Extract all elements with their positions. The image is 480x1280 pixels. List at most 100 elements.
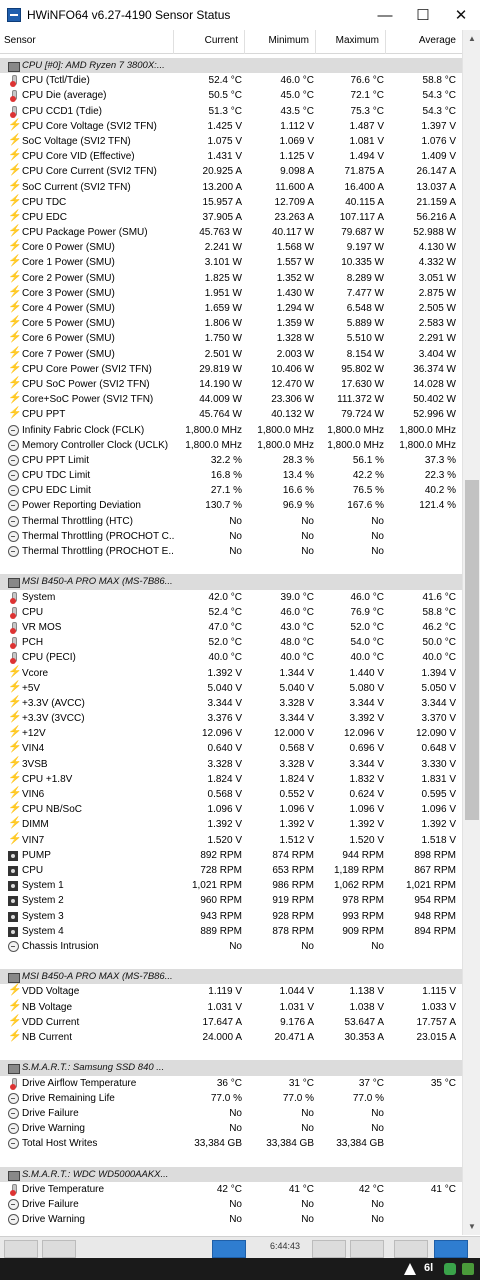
sensor-row[interactable]: VDD Voltage 1.119 V 1.044 V 1.138 V 1.115 V — [0, 983, 462, 999]
sensor-row[interactable]: NB Current 24.000 A 20.471 A 30.353 A 23.015… — [0, 1029, 462, 1045]
sensor-row[interactable]: System 2 960 RPM 919 RPM 978 RPM 954 RPM — [0, 893, 462, 908]
close-sensors-icon[interactable] — [434, 1240, 468, 1258]
clock-icon[interactable] — [312, 1240, 346, 1258]
sensor-row[interactable]: Vcore 1.392 V 1.344 V 1.440 V 1.394 V — [0, 665, 462, 681]
sensor-row[interactable]: CPU PPT 45.764 W 40.132 W 79.724 W 52.996 W — [0, 406, 462, 422]
sensor-row[interactable]: System 42.0 °C 39.0 °C 46.0 °C 41.6 °C — [0, 590, 462, 605]
sensor-row[interactable]: Core+SoC Power (SVI2 TFN) 44.009 W 23.306 … — [0, 391, 462, 407]
column-header-minimum[interactable]: Minimum — [245, 30, 316, 54]
sensor-row[interactable]: CPU 728 RPM 653 RPM 1,189 RPM 867 RPM — [0, 863, 462, 878]
sensor-row[interactable]: CPU Core Power (SVI2 TFN) 29.819 W 10.406 … — [0, 361, 462, 377]
sensor-row[interactable]: CPU (Tctl/Tdie) 52.4 °C 46.0 °C 76.6 °C 58.8… — [0, 73, 462, 88]
sensor-row[interactable]: CPU 52.4 °C 46.0 °C 76.9 °C 58.8 °C — [0, 605, 462, 620]
sensor-row[interactable]: Drive Temperature 42 °C 41 °C 42 °C 41 °C — [0, 1182, 462, 1197]
report-icon[interactable] — [350, 1240, 384, 1258]
sensor-row[interactable]: Power Reporting Deviation 130.7 % 96.9 % 16… — [0, 498, 462, 513]
network-icon[interactable] — [212, 1240, 246, 1258]
sensor-row[interactable]: DIMM 1.392 V 1.392 V 1.392 V 1.392 V — [0, 816, 462, 832]
sensor-row[interactable]: VDD Current 17.647 A 9.176 A 53.647 A 17.757… — [0, 1014, 462, 1030]
sensor-row[interactable]: CPU +1.8V 1.824 V 1.824 V 1.832 V 1.831 V — [0, 771, 462, 787]
sensor-row[interactable]: Drive Remaining Life 77.0 % 77.0 % 77.0 % — [0, 1091, 462, 1106]
nav-right-button[interactable] — [42, 1240, 76, 1258]
tray-arrow-icon[interactable] — [404, 1263, 416, 1275]
sensor-row[interactable]: +12V 12.096 V 12.000 V 12.096 V 12.090 V — [0, 725, 462, 741]
sensor-row[interactable]: CPU SoC Power (SVI2 TFN) 14.190 W 12.470 W… — [0, 376, 462, 392]
scroll-up-arrow-icon[interactable]: ▲ — [463, 30, 480, 47]
sensor-row[interactable]: Infinity Fabric Clock (FCLK) 1,800.0 MHz 1… — [0, 423, 462, 438]
sensor-row[interactable]: +5V 5.040 V 5.040 V 5.080 V 5.050 V — [0, 680, 462, 696]
sensor-row[interactable]: Drive Warning No No No — [0, 1121, 462, 1136]
sensor-row[interactable]: Drive Airflow Temperature 36 °C 31 °C 37 °C… — [0, 1076, 462, 1091]
sensor-row[interactable]: System 3 943 RPM 928 RPM 993 RPM 948 RPM — [0, 909, 462, 924]
sensor-group-header[interactable]: MSI B450-A PRO MAX (MS-7B86... — [0, 969, 462, 985]
sensor-row[interactable]: +3.3V (AVCC) 3.344 V 3.328 V 3.344 V 3.344 V — [0, 695, 462, 711]
sensor-row[interactable]: VIN4 0.640 V 0.568 V 0.696 V 0.648 V — [0, 740, 462, 756]
sensor-row[interactable]: SoC Current (SVI2 TFN) 13.200 A 11.600 A 16… — [0, 179, 462, 195]
sensor-group-header[interactable]: MSI B450-A PRO MAX (MS-7B86... — [0, 574, 462, 590]
sensor-group-header[interactable]: S.M.A.R.T.: WDC WD5000AAKX... — [0, 1166, 462, 1182]
tray-app-icon[interactable] — [462, 1263, 474, 1275]
sensor-row[interactable]: Drive Failure No No No — [0, 1197, 462, 1212]
sensor-row[interactable]: CPU EDC 37.905 A 23.263 A 107.117 A 56.216 A — [0, 209, 462, 225]
sensor-row[interactable]: PCH 52.0 °C 48.0 °C 54.0 °C 50.0 °C — [0, 635, 462, 650]
sensor-row[interactable]: CPU TDC 15.957 A 12.709 A 40.115 A 21.159 A — [0, 194, 462, 210]
sensor-row[interactable]: CPU Core Current (SVI2 TFN) 20.925 A 9.098… — [0, 163, 462, 179]
vertical-scrollbar[interactable]: ▲ ▼ — [462, 30, 480, 1235]
column-header-maximum[interactable]: Maximum — [316, 30, 386, 54]
sensor-row[interactable]: Thermal Throttling (PROCHOT E... No No No — [0, 544, 462, 559]
sensor-row[interactable]: +3.3V (3VCC) 3.376 V 3.344 V 3.392 V 3.370 V — [0, 710, 462, 726]
sensor-row[interactable]: CPU (PECI) 40.0 °C 40.0 °C 40.0 °C 40.0 °C — [0, 650, 462, 665]
sensor-row[interactable]: Memory Controller Clock (UCLK) 1,800.0 MH… — [0, 438, 462, 453]
sensor-row[interactable]: CPU Die (average) 50.5 °C 45.0 °C 72.1 °C 54… — [0, 88, 462, 103]
column-header-average[interactable]: Average — [386, 30, 462, 54]
sensor-row[interactable]: CPU Package Power (SMU) 45.763 W 40.117 W 7… — [0, 224, 462, 240]
average-value: 894 RPM — [414, 925, 456, 937]
column-header-sensor[interactable]: Sensor — [0, 30, 174, 54]
column-header-current[interactable]: Current — [174, 30, 245, 54]
sensor-row[interactable]: 3VSB 3.328 V 3.328 V 3.344 V 3.330 V — [0, 756, 462, 772]
sensor-row[interactable]: Core 2 Power (SMU) 1.825 W 1.352 W 8.289 W 3… — [0, 270, 462, 286]
sensor-row[interactable]: Thermal Throttling (PROCHOT C... No No No — [0, 529, 462, 544]
sensor-row[interactable]: System 4 889 RPM 878 RPM 909 RPM 894 RPM — [0, 924, 462, 939]
sensor-row[interactable]: VR MOS 47.0 °C 43.0 °C 52.0 °C 46.2 °C — [0, 620, 462, 635]
nvidia-icon[interactable] — [444, 1263, 456, 1275]
sensor-row[interactable]: Thermal Throttling (HTC) No No No — [0, 514, 462, 529]
gauge-icon — [8, 1107, 19, 1119]
sensor-row[interactable]: CPU NB/SoC 1.096 V 1.096 V 1.096 V 1.096 V — [0, 801, 462, 817]
scrollbar-thumb[interactable] — [465, 480, 479, 820]
maximize-button[interactable]: ☐ — [404, 0, 442, 30]
close-button[interactable]: ✕ — [442, 0, 480, 30]
sensor-group-header[interactable]: CPU [#0]: AMD Ryzen 7 3800X:... — [0, 58, 462, 74]
sensor-row[interactable]: CPU Core Voltage (SVI2 TFN) 1.425 V 1.112 … — [0, 118, 462, 134]
sensor-row[interactable]: CPU CCD1 (Tdie) 51.3 °C 43.5 °C 75.3 °C 54.3… — [0, 104, 462, 119]
sensor-row[interactable]: CPU Core VID (Effective) 1.431 V 1.125 V 1.… — [0, 148, 462, 164]
nav-left-button[interactable] — [4, 1240, 38, 1258]
sensor-row[interactable]: PUMP 892 RPM 874 RPM 944 RPM 898 RPM — [0, 848, 462, 863]
sensor-group-header[interactable]: S.M.A.R.T.: Samsung SSD 840 ... — [0, 1060, 462, 1076]
sensor-row[interactable]: Core 5 Power (SMU) 1.806 W 1.359 W 5.889 W 2… — [0, 315, 462, 331]
sensor-row[interactable]: VIN6 0.568 V 0.552 V 0.624 V 0.595 V — [0, 786, 462, 802]
sensor-row[interactable]: Drive Warning No No No — [0, 1212, 462, 1227]
sensor-row[interactable]: Drive Failure No No No — [0, 1106, 462, 1121]
sensor-row[interactable]: Core 3 Power (SMU) 1.951 W 1.430 W 7.477 W 2… — [0, 285, 462, 301]
sensor-row[interactable]: Chassis Intrusion No No No — [0, 939, 462, 954]
sensor-row[interactable]: CPU EDC Limit 27.1 % 16.6 % 76.5 % 40.2 % — [0, 483, 462, 498]
average-value: 46.2 °C — [422, 621, 456, 633]
sensor-row[interactable]: Core 4 Power (SMU) 1.659 W 1.294 W 6.548 W 2… — [0, 300, 462, 316]
sensor-row[interactable]: Core 1 Power (SMU) 3.101 W 1.557 W 10.335 W… — [0, 254, 462, 270]
lightning-bolt-icon — [8, 118, 22, 133]
sensor-row[interactable]: Core 0 Power (SMU) 2.241 W 1.568 W 9.197 W 4… — [0, 239, 462, 255]
sensor-row[interactable]: SoC Voltage (SVI2 TFN) 1.075 V 1.069 V 1.08… — [0, 133, 462, 149]
sensor-row[interactable]: VIN7 1.520 V 1.512 V 1.520 V 1.518 V — [0, 832, 462, 848]
settings-icon[interactable] — [394, 1240, 428, 1258]
sensor-row[interactable]: Core 7 Power (SMU) 2.501 W 2.003 W 8.154 W 3… — [0, 346, 462, 362]
sensor-row[interactable]: Core 6 Power (SMU) 1.750 W 1.328 W 5.510 W 2… — [0, 330, 462, 346]
sensor-row[interactable]: CPU PPT Limit 32.2 % 28.3 % 56.1 % 37.3 % — [0, 453, 462, 468]
minimize-button[interactable]: — — [366, 0, 404, 30]
sensor-row[interactable]: Total Host Writes 33,384 GB 33,384 GB 33,38… — [0, 1136, 462, 1151]
sensor-row[interactable]: CPU TDC Limit 16.8 % 13.4 % 42.2 % 22.3 % — [0, 468, 462, 483]
sensor-list[interactable]: CPU [#0]: AMD Ryzen 7 3800X:... CPU (Tctl… — [0, 58, 462, 1230]
sensor-row[interactable]: System 1 1,021 RPM 986 RPM 1,062 RPM 1,021 R… — [0, 878, 462, 893]
sensor-row[interactable]: NB Voltage 1.031 V 1.031 V 1.038 V 1.033 V — [0, 999, 462, 1015]
scroll-down-arrow-icon[interactable]: ▼ — [463, 1218, 480, 1235]
